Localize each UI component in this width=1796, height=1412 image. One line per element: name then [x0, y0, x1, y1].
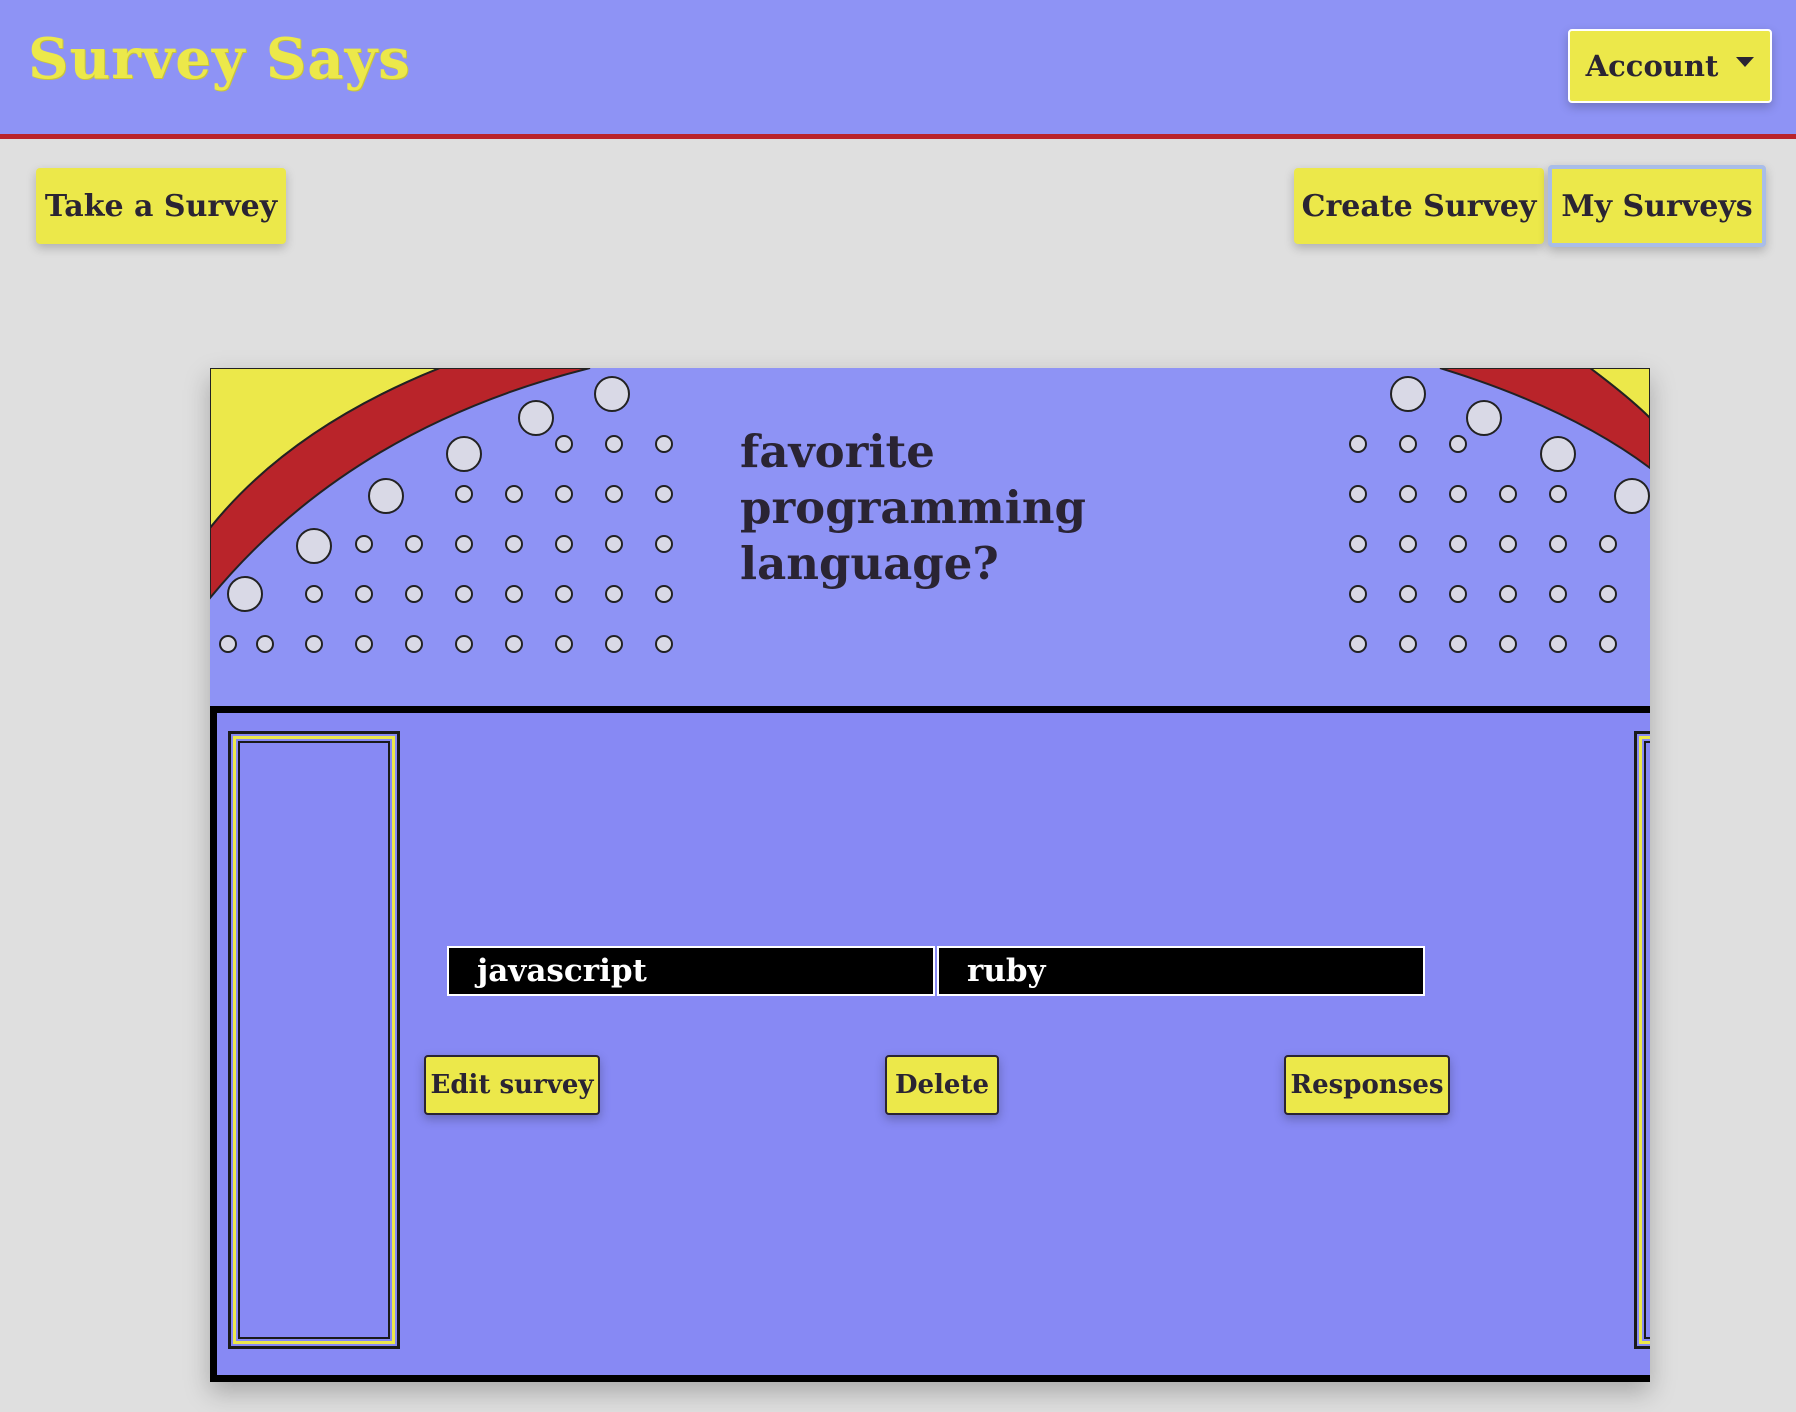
take-survey-button[interactable]: Take a Survey — [36, 168, 286, 244]
account-dropdown-button[interactable]: Account — [1568, 29, 1772, 103]
survey-card-header: favorite programming language? — [210, 368, 1650, 706]
account-label: Account — [1585, 49, 1719, 83]
my-surveys-button[interactable]: My Surveys — [1548, 165, 1766, 247]
responses-button[interactable]: Responses — [1284, 1055, 1450, 1115]
navbar: Survey Says Account — [0, 0, 1796, 139]
answer-slot: ruby — [937, 946, 1425, 996]
delete-survey-button[interactable]: Delete — [885, 1055, 999, 1115]
caret-down-icon — [1736, 57, 1755, 67]
answer-slot: javascript — [447, 946, 935, 996]
brand-logo[interactable]: Survey Says — [28, 26, 411, 92]
survey-board: javascript ruby Edit survey Delete Respo… — [210, 706, 1650, 1382]
board-side-panel-right — [1634, 731, 1650, 1349]
answer-row: javascript ruby — [447, 946, 1425, 996]
edit-survey-button[interactable]: Edit survey — [424, 1055, 600, 1115]
create-survey-button[interactable]: Create Survey — [1294, 168, 1544, 244]
survey-title: favorite programming language? — [740, 425, 1087, 590]
board-side-panel-left — [228, 731, 400, 1349]
survey-card: favorite programming language? javascrip… — [210, 368, 1650, 1382]
